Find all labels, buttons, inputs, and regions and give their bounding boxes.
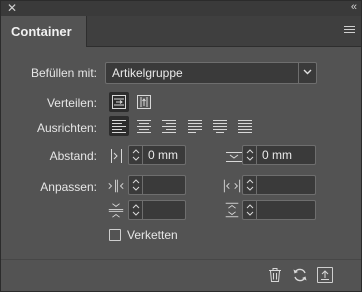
container-panel: ✕ « Container Befüllen mit: Artikelgrupp… <box>0 0 362 292</box>
fit-width-inner-icon <box>108 179 124 193</box>
stepper-arrows-icon <box>246 204 254 216</box>
chevron-down-icon <box>303 69 312 75</box>
ausrichten-label: Ausrichten: <box>36 121 97 135</box>
anpassen-stepper-4[interactable] <box>243 201 257 219</box>
align-center-icon <box>137 120 151 133</box>
anpassen-field-4[interactable] <box>242 200 316 220</box>
refresh-button[interactable] <box>292 267 308 283</box>
abstand-vertical-field[interactable]: 0 mm <box>242 145 316 165</box>
distribute-horizontal-button[interactable] <box>109 92 129 112</box>
justify-center-icon <box>213 120 227 133</box>
close-icon[interactable]: ✕ <box>7 2 17 14</box>
collapse-icon[interactable]: « <box>351 1 357 13</box>
distribute-vertical-button[interactable] <box>134 92 154 112</box>
justify-all-icon <box>238 120 252 133</box>
abstand-vertical-stepper[interactable] <box>243 146 257 164</box>
export-icon <box>321 270 329 280</box>
anpassen-field-3[interactable] <box>128 200 186 220</box>
befuellen-label: Befüllen mit: <box>30 66 97 80</box>
export-button[interactable] <box>317 267 333 283</box>
refresh-icon <box>293 268 307 282</box>
distribute-vertical-icon <box>137 95 151 109</box>
fit-height-inner-icon <box>108 203 124 218</box>
align-left-icon <box>112 120 126 133</box>
anpassen-stepper-2[interactable] <box>243 176 257 194</box>
distribute-horizontal-icon <box>112 95 126 109</box>
horizontal-spacing-icon <box>111 149 122 163</box>
align-right-icon <box>162 120 176 133</box>
fit-height-outer-icon <box>225 202 239 218</box>
tab-bar: Container <box>1 16 361 47</box>
abstand-horizontal-value: 0 mm <box>148 148 178 162</box>
anpassen-stepper-1[interactable] <box>129 176 143 194</box>
verketten-label: Verketten <box>127 228 178 242</box>
stepper-arrows-icon <box>246 149 254 161</box>
verketten-checkbox[interactable] <box>109 229 121 241</box>
delete-button[interactable] <box>267 267 283 283</box>
justify-center-button[interactable] <box>210 116 230 136</box>
align-left-button[interactable] <box>109 116 129 136</box>
anpassen-field-1[interactable] <box>128 175 186 195</box>
align-center-button[interactable] <box>134 116 154 136</box>
justify-all-button[interactable] <box>235 116 255 136</box>
abstand-vertical-value: 0 mm <box>262 148 292 162</box>
stepper-arrows-icon <box>246 179 254 191</box>
fit-width-outer-icon <box>223 179 241 193</box>
align-right-button[interactable] <box>159 116 179 136</box>
justify-left-button[interactable] <box>185 116 205 136</box>
hamburger-menu-icon[interactable] <box>344 26 355 35</box>
befuellen-dropdown[interactable]: Artikelgruppe <box>105 62 317 84</box>
trash-icon <box>269 268 281 282</box>
justify-left-icon <box>188 120 202 133</box>
dropdown-toggle[interactable] <box>298 63 316 83</box>
stepper-arrows-icon <box>132 179 140 191</box>
verteilen-label: Verteilen: <box>46 96 97 110</box>
tab-container[interactable]: Container <box>1 16 87 47</box>
panel-top-strip: ✕ « <box>1 1 361 16</box>
vertical-spacing-icon <box>226 152 242 162</box>
anpassen-stepper-3[interactable] <box>129 201 143 219</box>
tab-label: Container <box>11 24 72 39</box>
abstand-horizontal-field[interactable]: 0 mm <box>128 145 186 165</box>
anpassen-field-2[interactable] <box>242 175 316 195</box>
abstand-label: Abstand: <box>49 149 97 163</box>
stepper-arrows-icon <box>132 204 140 216</box>
anpassen-label: Anpassen: <box>40 180 97 194</box>
stepper-arrows-icon <box>132 149 140 161</box>
abstand-horizontal-stepper[interactable] <box>129 146 143 164</box>
befuellen-value: Artikelgruppe <box>112 66 183 80</box>
